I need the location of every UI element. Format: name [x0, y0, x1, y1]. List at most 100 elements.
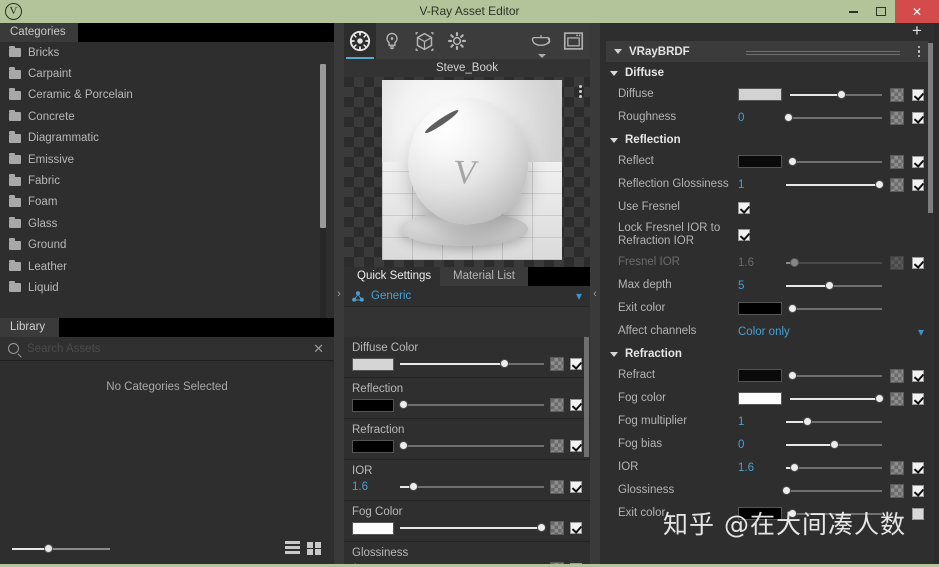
- texture-slot-icon[interactable]: [890, 87, 904, 102]
- parameter-value[interactable]: 1.6: [738, 257, 778, 269]
- slider-knob[interactable]: [782, 485, 791, 495]
- category-item[interactable]: Emissive: [0, 149, 334, 170]
- value-slider[interactable]: [787, 302, 882, 316]
- parameter-section-header[interactable]: Reflection: [600, 129, 934, 150]
- grid-view-icon[interactable]: [307, 541, 322, 555]
- color-swatch[interactable]: [352, 439, 394, 453]
- slider-knob[interactable]: [537, 523, 547, 532]
- material-preview-viewport[interactable]: V: [344, 77, 590, 267]
- clear-search-icon[interactable]: ✕: [313, 342, 324, 355]
- toolbar-geometry-button[interactable]: [409, 23, 441, 59]
- color-swatch[interactable]: [738, 88, 782, 101]
- parameter-checkbox[interactable]: [738, 201, 750, 214]
- category-item[interactable]: Concrete: [0, 106, 334, 127]
- color-swatch[interactable]: [352, 357, 394, 371]
- enable-checkbox[interactable]: [570, 358, 582, 370]
- slider-knob[interactable]: [408, 482, 418, 491]
- value-slider[interactable]: [398, 398, 544, 412]
- parameters-scrollbar[interactable]: [928, 43, 933, 213]
- enable-checkbox[interactable]: [912, 111, 924, 124]
- texture-slot-icon[interactable]: [890, 177, 904, 192]
- slider-knob[interactable]: [787, 508, 797, 518]
- enable-checkbox[interactable]: [912, 88, 924, 101]
- more-options-icon[interactable]: [917, 45, 920, 58]
- color-swatch[interactable]: [738, 155, 782, 168]
- enable-checkbox[interactable]: [912, 178, 924, 191]
- value-slider[interactable]: [787, 369, 882, 383]
- slider-knob[interactable]: [836, 89, 846, 99]
- value-slider[interactable]: [787, 507, 882, 521]
- category-item[interactable]: Diagrammatic: [0, 128, 334, 149]
- texture-slot-icon[interactable]: [550, 480, 564, 494]
- color-swatch[interactable]: [738, 302, 782, 315]
- enable-checkbox[interactable]: [912, 461, 924, 474]
- material-type-row[interactable]: Generic ▾: [344, 286, 590, 307]
- slider-knob[interactable]: [830, 439, 839, 449]
- enable-checkbox[interactable]: [912, 392, 924, 405]
- category-item[interactable]: Bricks: [0, 42, 334, 63]
- tab-categories[interactable]: Categories: [0, 23, 78, 42]
- chevron-down-icon[interactable]: ▾: [918, 325, 924, 339]
- category-item[interactable]: Glass: [0, 213, 334, 234]
- parameter-value[interactable]: 1: [738, 416, 778, 428]
- category-item[interactable]: Ground: [0, 235, 334, 256]
- value-slider[interactable]: [398, 439, 544, 453]
- collapse-triangle-icon[interactable]: [610, 70, 618, 76]
- enable-checkbox[interactable]: [570, 563, 582, 564]
- quick-setting-value[interactable]: 1: [352, 563, 394, 564]
- enable-checkbox[interactable]: [570, 522, 582, 534]
- value-slider[interactable]: [786, 415, 882, 429]
- preview-options-icon[interactable]: [579, 85, 582, 98]
- categories-scrollbar-thumb[interactable]: [320, 64, 326, 228]
- value-slider[interactable]: [786, 461, 882, 475]
- slider-knob[interactable]: [398, 441, 408, 450]
- enable-checkbox[interactable]: [912, 507, 924, 520]
- left-splitter-handle[interactable]: ›: [334, 23, 344, 564]
- color-swatch[interactable]: [352, 398, 394, 412]
- slider-knob[interactable]: [787, 303, 797, 313]
- toolbar-preview-object-button[interactable]: [525, 23, 557, 59]
- category-item[interactable]: Leather: [0, 256, 334, 277]
- texture-slot-icon[interactable]: [550, 562, 564, 564]
- collapse-triangle-icon[interactable]: [614, 49, 622, 54]
- parameter-value[interactable]: 1.6: [738, 462, 778, 474]
- enable-checkbox[interactable]: [912, 369, 924, 382]
- value-slider[interactable]: [400, 480, 544, 494]
- category-item[interactable]: Ceramic & Porcelain: [0, 85, 334, 106]
- chevron-down-icon[interactable]: ▾: [576, 289, 582, 303]
- enable-checkbox[interactable]: [912, 155, 924, 168]
- brdf-header-row[interactable]: VRayBRDF: [606, 41, 928, 62]
- slider-knob[interactable]: [825, 280, 835, 290]
- value-slider[interactable]: [786, 438, 882, 452]
- color-swatch[interactable]: [738, 369, 782, 382]
- texture-slot-icon[interactable]: [890, 368, 904, 383]
- texture-slot-icon[interactable]: [890, 460, 904, 475]
- slider-knob[interactable]: [398, 400, 408, 409]
- slider-knob[interactable]: [787, 370, 797, 380]
- add-layer-button[interactable]: +: [910, 23, 924, 39]
- close-button[interactable]: ✕: [895, 0, 939, 23]
- texture-slot-icon[interactable]: [890, 255, 904, 270]
- value-slider[interactable]: [790, 88, 882, 102]
- slider-knob[interactable]: [783, 112, 793, 122]
- quick-settings-scrollbar[interactable]: [584, 337, 589, 457]
- slider-knob[interactable]: [787, 156, 797, 166]
- toolbar-lights-button[interactable]: [376, 23, 408, 59]
- collapse-triangle-icon[interactable]: [610, 137, 618, 143]
- toolbar-render-view-button[interactable]: [558, 23, 590, 59]
- slider-knob[interactable]: [789, 462, 799, 472]
- texture-slot-icon[interactable]: [890, 110, 904, 125]
- enable-checkbox[interactable]: [570, 481, 582, 493]
- category-item[interactable]: Fabric: [0, 170, 334, 191]
- value-slider[interactable]: [786, 256, 882, 270]
- value-slider[interactable]: [790, 392, 885, 406]
- slider-knob[interactable]: [875, 179, 885, 189]
- right-splitter-handle[interactable]: ‹: [590, 23, 600, 564]
- search-input[interactable]: [27, 342, 314, 355]
- enable-checkbox[interactable]: [570, 399, 582, 411]
- enable-checkbox[interactable]: [570, 440, 582, 452]
- value-slider[interactable]: [786, 279, 882, 293]
- category-item[interactable]: Foam: [0, 192, 334, 213]
- texture-slot-icon[interactable]: [890, 483, 904, 498]
- dropdown-value[interactable]: Color only: [738, 326, 918, 338]
